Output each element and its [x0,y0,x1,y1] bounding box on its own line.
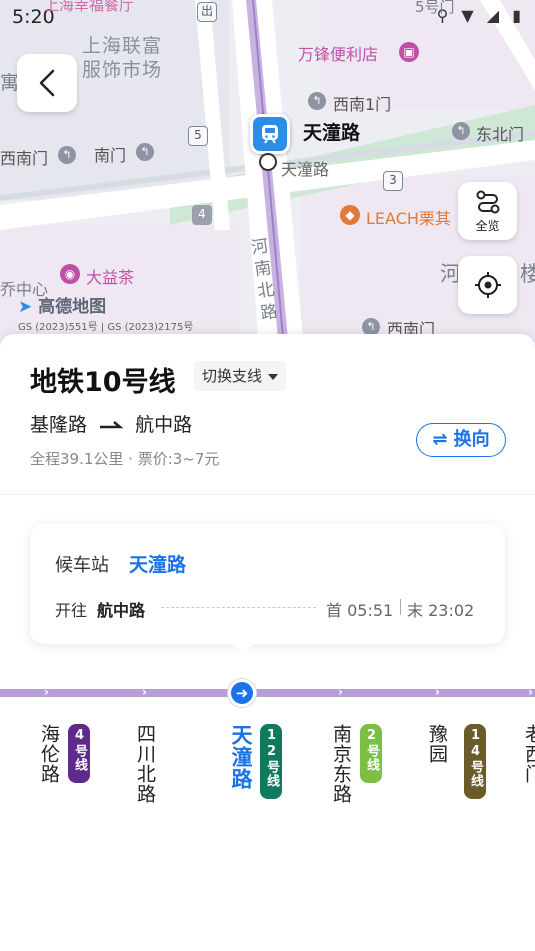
station-item[interactable]: 豫园 14号线 [426,724,508,799]
switch-branch-button[interactable]: 切换支线 [194,361,287,391]
map-label-dayi-tea: 大益茶 [86,268,135,287]
transfer-badge: 12号线 [260,724,282,799]
toward-label: 开往 [55,601,88,620]
station-marker-sub-label: 天潼路 [281,160,330,179]
route-info: 全程39.1公里 · 票价:3~7元 [30,450,220,468]
map-label-west-south-gate: 西南门 [0,149,49,168]
chevron-right-icon: › [44,685,49,699]
tea-shop-icon: ◉ [60,264,80,284]
map-label-convenience: 万锋便利店 [298,45,379,64]
exit-icon: ↰ [58,146,76,164]
map-label-south-gate: 南门 [94,146,127,165]
map-label-leach: LEACH栗其 [366,209,451,228]
station-name: 海伦路 [38,724,60,784]
train-icon [262,125,278,144]
map-view[interactable]: 5:20 ⚲ ▼ ◢ ▮ 上海幸福餐厅 出 5号门 上海联富 服饰市场 寓 ▣ … [0,0,535,360]
locate-button[interactable] [458,256,517,314]
exit-icon: ↰ [136,143,154,161]
map-label-west-1-exit: 西南1门 [333,95,392,114]
map-label-restaurant: 上海幸福餐厅 [44,0,135,14]
overview-label: 全览 [475,218,500,233]
chevron-right-icon: › [142,685,147,699]
waiting-station-card: 候车站 天潼路 开往 航中路 首 05:51 末 23:02 [30,524,505,654]
station-name: 豫园 [426,724,448,764]
amap-logo-text: 高德地图 [38,297,107,317]
transfer-badge: 4号线 [68,724,90,783]
divider [0,494,535,495]
map-label-exit-5: 5号门 [415,0,455,16]
station-name: 老西门 [522,724,535,784]
convenience-store-icon: ▣ [399,42,419,62]
road-number-5: 5 [188,126,208,146]
transfer-badge: 2号线 [360,724,382,783]
station-name: 天潼路 [229,724,253,790]
transfer-badge: 14号线 [464,724,486,799]
toward-station: 航中路 [97,601,146,620]
overview-button[interactable]: 全览 [458,182,517,240]
chevron-right-icon: › [435,685,440,699]
map-label-lou: 楼 [520,262,535,286]
first-train-time: 首 05:51 [326,601,394,620]
switch-branch-label: 切换支线 [202,367,263,385]
line-direction: 基隆路 航中路 [30,410,192,437]
amap-logo-icon: ➤ [18,297,33,317]
back-button[interactable] [17,54,77,112]
route-overview-icon [476,190,499,213]
caret-down-icon [268,373,279,380]
amap-logo: ➤ 高德地图 [18,292,106,317]
line-title: 地铁10号线 [30,367,176,398]
map-label-northeast-gate: 东北门 [476,125,525,144]
dashed-divider [161,607,316,608]
road-number-3: 3 [383,171,403,191]
map-label-clothing-market: 上海联富 服饰市场 [82,35,163,81]
station-marker-label: 天潼路 [303,122,361,144]
line-track [0,689,535,697]
power-entrance-icon [259,153,277,171]
from-station: 基隆路 [30,414,88,436]
current-station-arrow-icon: ➜ [228,679,256,707]
exit-icon: ↰ [308,92,326,110]
station-item-current[interactable]: 天潼路 12号线 [229,724,326,799]
to-station: 航中路 [135,414,193,436]
chevron-right-icon: › [528,685,533,699]
restaurant-icon: ◆ [340,205,360,225]
exit-icon: ↰ [452,122,470,140]
wait-station-name: 天潼路 [129,554,187,576]
map-top-exit-icon: 出 [197,2,217,22]
wait-station-label: 候车站 [55,555,109,576]
station-item[interactable]: 四川北路 [134,724,222,804]
station-name: 四川北路 [134,724,156,804]
reverse-direction-button[interactable]: ⇌ 换向 [416,423,506,457]
map-copyright: GS (2023)551号 | GS (2023)2175号 [18,322,194,333]
station-item[interactable]: 老西门 [522,724,535,784]
station-name: 南京东路 [330,724,352,804]
back-arrow-icon [39,69,55,97]
direction-arrow-icon [99,414,124,436]
station-marker-icon[interactable] [250,114,290,154]
time-separator [400,599,401,615]
station-item[interactable]: 海伦路 4号线 [38,724,134,784]
last-train-time: 末 23:02 [407,601,475,620]
line-detail-panel: 地铁10号线 切换支线 基隆路 航中路 全程39.1公里 · 票价:3~7元 ⇌… [0,334,535,951]
chevron-right-icon: › [338,685,343,699]
locate-icon [474,272,501,298]
road-number-4: 4 [192,205,212,225]
